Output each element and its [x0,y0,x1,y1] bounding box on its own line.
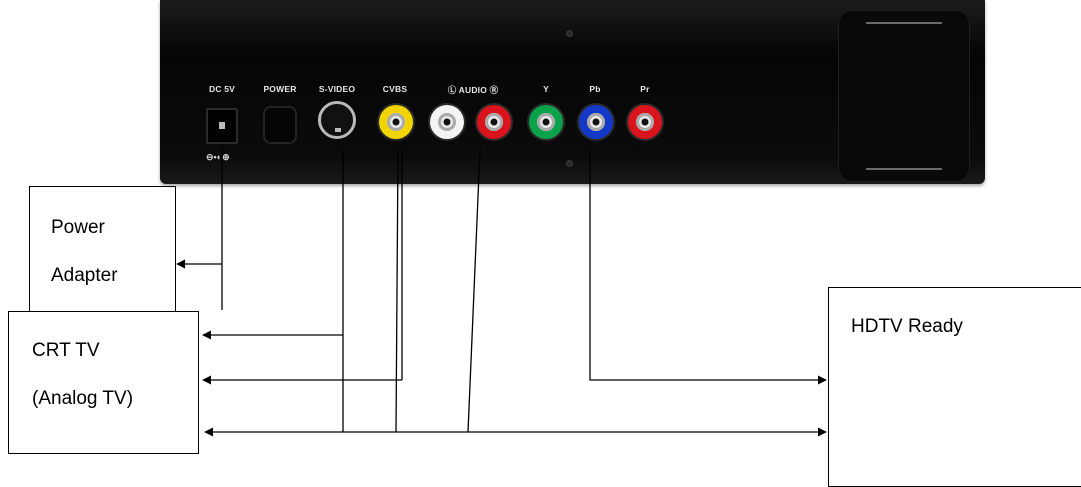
wire-audio [467,149,481,433]
connection-wires [176,148,827,437]
connection-diagram: DC 5V POWER S-VIDEO CVBS Ⓛ AUDIO Ⓡ Y Pb … [0,0,1081,487]
wire-cvbs-b [395,149,399,433]
wire-component [589,150,827,385]
